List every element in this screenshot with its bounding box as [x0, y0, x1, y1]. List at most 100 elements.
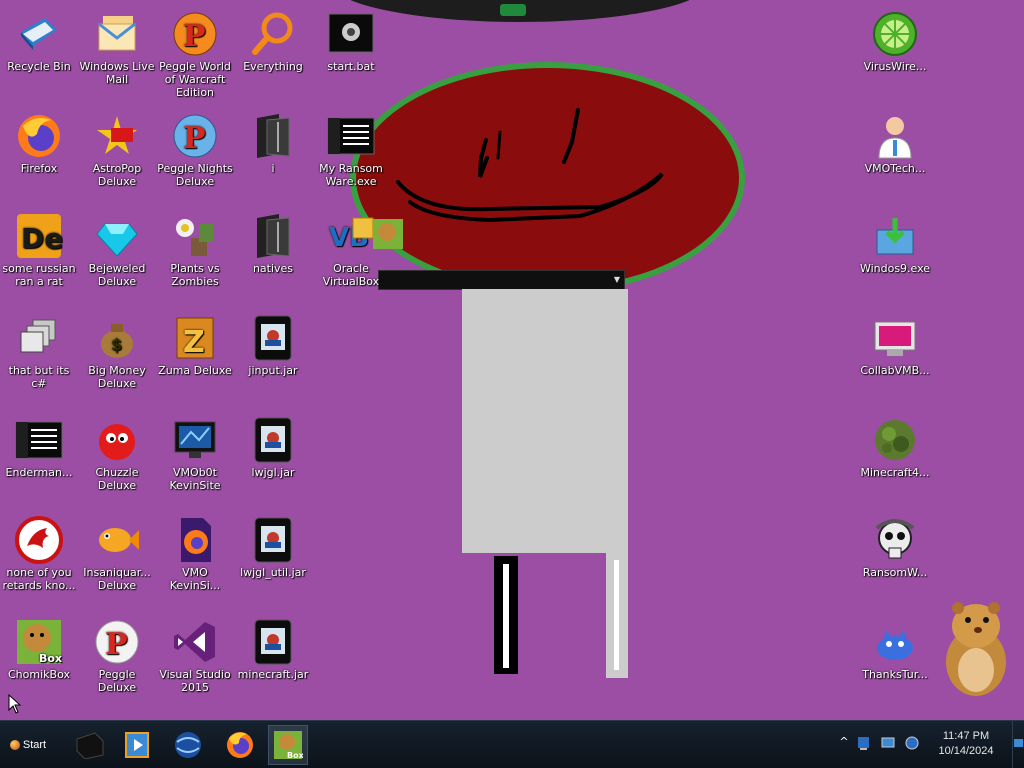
taskbar-app-firefox[interactable]: [220, 725, 260, 765]
jar-file-icon: [254, 417, 292, 463]
desktop-icon-peggle-deluxe[interactable]: P Peggle Deluxe: [78, 618, 156, 694]
taskbar-app-media[interactable]: [118, 725, 158, 765]
taskbar-app-cmd[interactable]: [70, 725, 110, 765]
desktop-icon-vmobot[interactable]: VMOb0t KevinSite: [156, 416, 234, 492]
plant-icon: [176, 219, 213, 256]
start-orb-icon: [9, 740, 20, 750]
clock-date: 10/14/2024: [938, 745, 994, 757]
magnifier-icon: [252, 12, 293, 55]
virtualbox-icon: VB: [329, 217, 374, 253]
dark-dropdown-bar[interactable]: ▼: [378, 270, 625, 290]
tray-network-icon[interactable]: [856, 735, 872, 753]
windows-stack-icon: [20, 319, 56, 353]
desktop-icon-peggle-wow[interactable]: P Peggle World of Warcraft Edition: [156, 10, 234, 99]
desktop-icon-enderman[interactable]: Enderman...: [0, 416, 78, 479]
svg-text:Box: Box: [39, 652, 62, 665]
lime-icon: [873, 12, 917, 56]
desktop-icon-peggle-nights[interactable]: P Peggle Nights Deluxe: [156, 112, 234, 188]
firefox-file-icon: [181, 518, 211, 562]
desktop-icon-lwjgl[interactable]: lwjgl.jar: [234, 416, 312, 479]
desktop-icon-astropop[interactable]: AstroPop Deluxe: [78, 112, 156, 188]
visual-studio-icon: [174, 622, 215, 662]
clock-time: 11:47 PM: [942, 730, 990, 742]
svg-text:P: P: [105, 627, 128, 662]
desktop-icon-chomikbox[interactable]: Box ChomikBox: [0, 618, 78, 681]
zuma-icon: Z: [176, 317, 214, 360]
desktop-icon-minecraft-jar[interactable]: minecraft.jar: [234, 618, 312, 681]
wallpaper-face-features: [396, 108, 664, 223]
desktop-icon-natives[interactable]: natives: [234, 212, 312, 275]
mail-icon: [98, 16, 136, 51]
taskbar: Start Box ^ 11:47 PM 10/14/2024: [0, 720, 1024, 768]
desktop-icon-pvz[interactable]: Plants vs Zombies: [156, 212, 234, 288]
taskbar-app-ie[interactable]: [168, 725, 208, 765]
desktop-icon-russian-rat[interactable]: De some russian ran a rat: [0, 212, 78, 288]
desktop-icon-recycle-bin[interactable]: Recycle Bin: [0, 10, 78, 73]
media-icon: [125, 732, 149, 758]
peggle-icon: P: [173, 114, 217, 158]
desktop-icon-my-ransomware[interactable]: My Ransom Ware.exe: [312, 112, 390, 188]
globe-icon: [175, 732, 201, 758]
chuzzle-icon: [99, 424, 135, 460]
monitor-icon: [174, 421, 216, 458]
desktop-icon-ransomw[interactable]: RansomW...: [856, 516, 934, 579]
svg-text:Box: Box: [287, 751, 303, 760]
desktop-icon-none-of-you[interactable]: none of you retards kno...: [0, 516, 78, 592]
desktop-icon-big-money[interactable]: $ Big Money Deluxe: [78, 314, 156, 390]
blue-creature-icon: [877, 630, 913, 660]
console-app-icon: [15, 421, 63, 459]
peggle-icon: P: [95, 620, 139, 664]
folder-icon: [257, 214, 290, 258]
desktop-icon-bejeweled[interactable]: Bejeweled Deluxe: [78, 212, 156, 288]
tray-display-icon[interactable]: [880, 735, 896, 753]
folder-icon: [257, 114, 290, 158]
jar-file-icon: [254, 619, 292, 665]
installer-icon: [876, 218, 914, 255]
desktop-icon-zuma[interactable]: Z Zuma Deluxe: [156, 314, 234, 377]
chomik-icon: Box: [17, 620, 62, 665]
svg-text:De: De: [21, 222, 63, 255]
desktop-icon-that-but-csharp[interactable]: that but its c#: [0, 314, 78, 390]
jar-file-icon: [254, 517, 292, 563]
dragged-chomik-icon: [373, 219, 403, 249]
svg-text:P: P: [183, 121, 206, 156]
batch-file-icon: [328, 13, 374, 53]
desktop-icon-windos9[interactable]: Windos9.exe: [856, 212, 934, 275]
peggle-icon: P: [173, 12, 217, 56]
desktop-icon-collabvm[interactable]: CollabVMB...: [856, 314, 934, 377]
firefox-icon: [227, 732, 253, 758]
desktop-icon-firefox[interactable]: Firefox: [0, 112, 78, 175]
wallpaper-gray-body: [462, 289, 628, 553]
wallpaper-green-dot: [500, 4, 526, 16]
desktop-icon-vmotech[interactable]: VMOTech...: [856, 112, 934, 175]
svg-text:$: $: [111, 335, 122, 354]
taskbar-app-chomikbox[interactable]: Box: [268, 725, 308, 765]
desktop-icon-windows-live-mail[interactable]: Windows Live Mail: [78, 10, 156, 86]
desktop-icon-thankstur[interactable]: ThanksTur...: [856, 618, 934, 681]
desktop-icon-lwjgl-util[interactable]: lwjgl_util.jar: [234, 516, 312, 579]
start-button[interactable]: Start: [2, 725, 54, 765]
console-app-icon: [327, 117, 375, 155]
recycle-bin-icon: [21, 18, 57, 50]
hamster-mascot-icon: [946, 602, 1006, 696]
desktop-icon-minecraft4[interactable]: Minecraft4...: [856, 416, 934, 479]
tray-volume-icon[interactable]: [904, 735, 920, 753]
grass-block-icon: [875, 420, 915, 460]
desktop-icon-everything[interactable]: Everything: [234, 10, 312, 73]
mouse-cursor-icon: [8, 694, 22, 714]
desktop-icon-chuzzle[interactable]: Chuzzle Deluxe: [78, 416, 156, 492]
taskbar-clock[interactable]: 11:47 PM 10/14/2024: [922, 729, 1010, 759]
desktop-icon-jinput[interactable]: jinput.jar: [234, 314, 312, 377]
start-label: Start: [22, 739, 47, 751]
show-desktop-button[interactable]: [1012, 721, 1024, 768]
desktop-icon-viruswire[interactable]: VirusWire...: [856, 10, 934, 73]
desktop-icon-folder-i[interactable]: i: [234, 112, 312, 175]
desktop-icon-insaniquarium[interactable]: Insaniquar... Deluxe: [78, 516, 156, 592]
desktop-icon-start-bat[interactable]: start.bat: [312, 10, 390, 73]
desktop-icon-vmo-kevinsi[interactable]: VMO KevinSi...: [156, 516, 234, 592]
desktop-icon-visual-studio[interactable]: Visual Studio 2015: [156, 618, 234, 694]
tray-overflow-chevron[interactable]: ^: [836, 735, 852, 753]
svg-text:P: P: [183, 19, 206, 54]
chomik-icon: Box: [274, 731, 303, 760]
desktop[interactable]: ▼ Recycle Bin Firefox De some russian ra…: [0, 0, 1024, 720]
